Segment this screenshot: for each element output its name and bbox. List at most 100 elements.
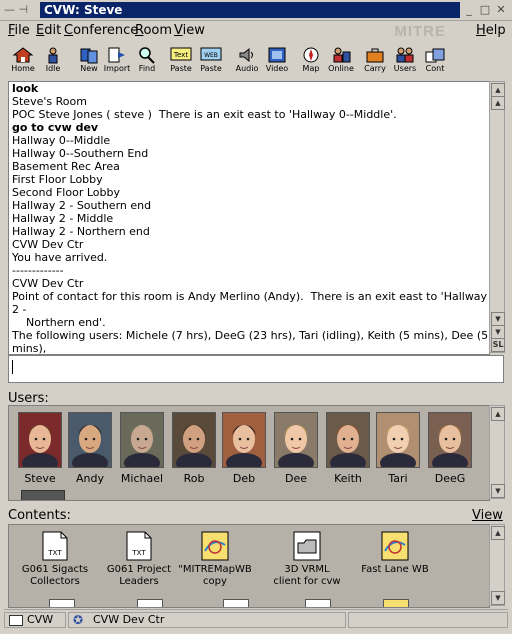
transcript-scrollbar[interactable]: ▲ ▲ ▼ ▼ SL: [489, 81, 505, 353]
user-deb[interactable]: Deb: [221, 412, 267, 485]
transcript-pane[interactable]: look Steve's Room POC Steve Jones ( steve …: [8, 81, 490, 355]
user-photo-avatar: [172, 412, 216, 468]
contents-scrollbar[interactable]: ▲ ▼: [489, 524, 505, 606]
users-scroll-down-icon[interactable]: ▼: [491, 484, 505, 498]
transcript-line: Second Floor Lobby: [12, 186, 120, 199]
toolbar-button-idle[interactable]: Idle: [38, 44, 68, 74]
user-michael[interactable]: Michael: [119, 412, 165, 485]
title-bar: — ⊣ CVW: Steve _ □ ✕: [0, 0, 512, 21]
user-name: Andy: [76, 472, 104, 485]
user-rob[interactable]: Rob: [171, 412, 217, 485]
view-link[interactable]: View: [472, 508, 503, 523]
house-icon: [12, 46, 34, 64]
user-photo-avatar: [222, 412, 266, 468]
window-title: CVW: Steve: [40, 2, 460, 18]
paste-text-icon: Text: [170, 46, 192, 64]
transcript-line: Steve's Room: [12, 95, 87, 108]
menu-help[interactable]: Help: [476, 23, 506, 38]
text-document-icon: TXT: [125, 531, 153, 561]
transcript-line: -------------: [12, 264, 64, 277]
speaker-icon: [236, 46, 258, 64]
transcript-line: Hallway 2 - Northern end: [12, 225, 150, 238]
user-photo-avatar: [326, 412, 370, 468]
command-input[interactable]: [8, 355, 504, 383]
menu-room[interactable]: Room: [135, 23, 172, 38]
toolbar-button-paste-web[interactable]: WEB Paste: [196, 44, 226, 74]
content-item[interactable]: TXT G061 Sigacts Collectors: [15, 531, 95, 588]
new-icon: [78, 46, 100, 64]
content-item[interactable]: Fast Lane WB: [355, 531, 435, 576]
minimize-icon[interactable]: _: [462, 3, 476, 17]
user-avatar-partial: [21, 490, 65, 500]
contents-pane: TXT G061 Sigacts Collectors TXT G061 Projec…: [8, 524, 490, 608]
menu-file[interactable]: File: [8, 23, 30, 38]
menu-conference[interactable]: Conference: [64, 23, 138, 38]
transcript-line: Hallway 0--Middle: [12, 134, 111, 147]
maximize-icon[interactable]: □: [478, 3, 492, 17]
user-photo-avatar: [428, 412, 472, 468]
status-bar: CVW ✪ CVW Dev Ctr: [4, 609, 508, 630]
idle-person-icon: [42, 46, 64, 64]
content-item[interactable]: 3D VRML client for cvw: [267, 531, 347, 588]
computer-icon: [9, 615, 23, 626]
user-name: Deb: [232, 472, 256, 485]
magnifier-icon: [136, 46, 158, 64]
status-app-label: CVW: [27, 613, 54, 626]
scroll-up-icon[interactable]: ▲: [491, 83, 505, 97]
content-item-label: G061 Sigacts Collectors: [21, 564, 89, 587]
toolbar-button-video[interactable]: Video: [262, 44, 292, 74]
status-app: CVW: [4, 612, 66, 628]
user-dee[interactable]: Dee: [273, 412, 319, 485]
content-item[interactable]: "MITREMapWB copy: [175, 531, 255, 588]
user-andy[interactable]: Andy: [67, 412, 113, 485]
status-room-label: CVW Dev Ctr: [93, 613, 165, 626]
user-photo-avatar: [68, 412, 112, 468]
status-extra: [348, 612, 508, 628]
transcript-line: CVW Dev Ctr: [12, 238, 84, 251]
users-pane: Steve Andy Michael Rob Deb Dee Keith Tari DeeG: [8, 405, 490, 501]
users-label: Users:: [8, 391, 49, 406]
user-keith[interactable]: Keith: [325, 412, 371, 485]
content-item-partial-icon: [383, 599, 409, 607]
content-item[interactable]: TXT G061 Project Leaders: [99, 531, 179, 588]
user-deeg[interactable]: DeeG: [427, 412, 473, 485]
scroll-down-icon[interactable]: ▼: [491, 325, 505, 339]
compass-icon: ✪: [73, 613, 84, 627]
briefcase-icon: [364, 46, 386, 64]
video-icon: [266, 46, 288, 64]
toolbar-button-label: Cont: [425, 64, 445, 73]
transcript-line: Hallway 0--Southern End: [12, 147, 149, 160]
close-icon[interactable]: ✕: [494, 3, 508, 17]
svg-text:WEB: WEB: [204, 52, 218, 59]
scroll-lock-button[interactable]: SL: [491, 338, 505, 352]
user-name: Keith: [334, 472, 362, 485]
content-item-label: Fast Lane WB: [361, 564, 429, 575]
compass-icon: [300, 46, 322, 64]
contents-scroll-up-icon[interactable]: ▲: [491, 526, 505, 540]
scroll-up-alt-icon[interactable]: ▲: [491, 96, 505, 110]
menu-bar: File Edit Conference Room View MITRE Hel…: [0, 21, 512, 41]
users-scrollbar[interactable]: ▲ ▼: [489, 405, 505, 499]
toolbar-button-cont[interactable]: Cont: [420, 44, 450, 74]
contents-label: Contents:: [8, 508, 71, 523]
transcript-line: First Floor Lobby: [12, 173, 103, 186]
user-photo-avatar: [376, 412, 420, 468]
import-icon: [106, 46, 128, 64]
toolbar-button-online[interactable]: Online: [326, 44, 356, 74]
paste-web-icon: WEB: [200, 46, 222, 64]
scroll-down-alt-icon[interactable]: ▼: [491, 312, 505, 326]
transcript-line: You have arrived.: [12, 251, 108, 264]
users-scroll-up-icon[interactable]: ▲: [491, 407, 505, 421]
contents-scroll-down-icon[interactable]: ▼: [491, 591, 505, 605]
menu-view[interactable]: View: [174, 23, 205, 38]
menu-edit[interactable]: Edit: [36, 23, 61, 38]
toolbar-button-find[interactable]: Find: [132, 44, 162, 74]
user-photo-avatar: [274, 412, 318, 468]
window-menu-icon[interactable]: — ⊣: [4, 3, 28, 16]
user-steve[interactable]: Steve: [17, 412, 63, 485]
text-caret: [12, 360, 13, 374]
user-name: DeeG: [434, 472, 466, 485]
user-tari[interactable]: Tari: [375, 412, 421, 485]
content-item-label: "MITREMapWB copy: [178, 564, 252, 587]
content-item-label: 3D VRML client for cvw: [273, 564, 341, 587]
